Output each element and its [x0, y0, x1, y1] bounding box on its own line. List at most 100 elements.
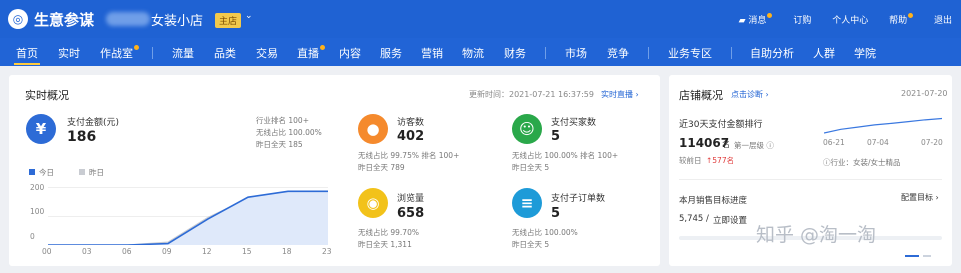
redacted-shop-prefix	[106, 12, 150, 26]
tab-marketing[interactable]: 营销	[421, 45, 443, 61]
rank-trend-chart	[824, 117, 942, 134]
metric-name: 浏览量	[397, 194, 425, 204]
tab-service[interactable]: 服务	[380, 45, 402, 61]
tab-business-zone[interactable]: 业务专区	[668, 45, 712, 61]
x-tick: 18	[282, 247, 292, 256]
metric-name: 支付买家数	[551, 118, 597, 128]
rank-trend-line	[824, 117, 942, 134]
tab-competition[interactable]: 竞争	[607, 45, 629, 61]
metric-line2: 昨日全天 1,311	[358, 240, 412, 249]
help-link[interactable]: 帮助	[889, 13, 914, 26]
metric-line2: 昨日全天 5	[512, 163, 550, 172]
metric-name: 支付子订单数	[551, 194, 606, 204]
divider	[679, 179, 942, 180]
messages-link[interactable]: ▰ 消息	[739, 13, 773, 26]
pay-amount-label: 支付金额(元)	[67, 118, 120, 128]
realtime-card: 实时概况 更新时间：2021-07-21 16:37:59 实时直播 › ¥ 支…	[9, 75, 660, 266]
target-progress: 5,745 /	[679, 214, 709, 224]
tab-crowd[interactable]: 人群	[813, 45, 835, 61]
logout-link[interactable]: 退出	[934, 13, 952, 26]
x-tick: 23	[322, 247, 332, 256]
eye-icon: ◉	[358, 188, 388, 218]
shop-name[interactable]: 女装小店	[151, 10, 203, 29]
pager-dot-active[interactable]	[905, 255, 919, 257]
tab-war-room[interactable]: 作战室	[100, 45, 139, 61]
main-nav: 首页 实时 作战室 流量 品类 交易 直播 内容 服务 营销 物流 财务 市场 …	[0, 38, 961, 66]
tier-label: 第一层级 ⓘ	[734, 141, 774, 150]
tab-home[interactable]: 首页	[14, 45, 40, 65]
legend-today[interactable]: 今日	[29, 167, 54, 178]
tab-category[interactable]: 品类	[214, 45, 236, 61]
tab-academy[interactable]: 学院	[854, 45, 876, 61]
metric-line1: 无线占比 99.70%	[358, 228, 419, 237]
x-tick: 03	[82, 247, 92, 256]
compass-icon[interactable]: ◎	[8, 9, 28, 29]
industry-label: ⓘ行业：女装/女士精品	[823, 158, 901, 167]
mini-x-tick: 07-20	[921, 138, 943, 147]
set-target-link[interactable]: 立即设置	[713, 214, 747, 226]
header-links: ▰ 消息 订购 个人中心 帮助 退出	[730, 13, 961, 26]
watermark: 知乎 @淘一淘	[756, 224, 877, 246]
nav-divider	[545, 47, 546, 59]
metric-value: 658	[397, 206, 425, 221]
compare-value: ↑577名	[706, 156, 735, 165]
wireless-ratio: 无线占比 100.00%	[256, 128, 322, 137]
industry-rank: 行业排名 100+	[256, 116, 309, 125]
tab-traffic[interactable]: 流量	[172, 45, 194, 61]
order-list-icon: ≡	[512, 188, 542, 218]
x-tick: 00	[42, 247, 52, 256]
metric-line1: 无线占比 100.00% 排名 100+	[512, 151, 619, 160]
metric-line1: 无线占比 99.75% 排名 100+	[358, 151, 460, 160]
nav-divider	[648, 47, 649, 59]
yuan-icon: ¥	[26, 114, 56, 144]
tab-trade[interactable]: 交易	[256, 45, 278, 61]
tab-logistics[interactable]: 物流	[462, 45, 484, 61]
tab-finance[interactable]: 财务	[504, 45, 526, 61]
metric-value: 402	[397, 129, 425, 144]
realtime-title: 实时概况	[25, 89, 69, 102]
subscribe-link[interactable]: 订购	[793, 13, 811, 26]
footprint-icon: ●	[358, 114, 388, 144]
user-center-link[interactable]: 个人中心	[832, 13, 868, 26]
metric-line2: 昨日全天 5	[512, 240, 550, 249]
tab-self-analysis[interactable]: 自助分析	[750, 45, 794, 61]
mini-x-tick: 06-21	[823, 138, 845, 147]
shop-overview-title: 店铺概况	[679, 89, 723, 102]
compare-label: 较前日	[679, 156, 702, 165]
user-icon: ☺	[512, 114, 542, 144]
target-title: 本月销售目标进度	[679, 196, 748, 206]
series-area-今日	[48, 191, 328, 245]
tab-live[interactable]: 直播	[297, 45, 325, 61]
x-tick: 06	[122, 247, 132, 256]
shop-date: 2021-07-20	[901, 89, 948, 98]
main-shop-badge: 主店	[215, 13, 242, 28]
metric-value: 5	[551, 206, 561, 221]
x-tick: 09	[162, 247, 172, 256]
app-brand[interactable]: 生意参谋	[34, 9, 94, 30]
update-time: 更新时间：2021-07-21 16:37:59	[469, 90, 594, 99]
yesterday-total: 昨日全天 185	[256, 140, 303, 149]
metric-line2: 昨日全天 789	[358, 163, 405, 172]
metric-value: 5	[551, 129, 561, 144]
x-tick: 12	[202, 247, 212, 256]
tab-realtime[interactable]: 实时	[58, 45, 80, 61]
x-tick: 15	[242, 247, 252, 256]
live-link[interactable]: 实时直播 ›	[601, 89, 639, 100]
mini-x-tick: 07-04	[867, 138, 889, 147]
top-bar: ◎ 生意参谋 女装小店 主店 ⌄ ▰ 消息 订购 个人中心 帮助 退出	[0, 0, 961, 38]
nav-divider	[731, 47, 732, 59]
config-target-link[interactable]: 配置目标 ›	[901, 192, 939, 203]
metric-name: 访客数	[397, 118, 425, 128]
pager-dot[interactable]	[923, 255, 931, 257]
realtime-line-chart	[48, 187, 328, 245]
legend-yesterday[interactable]: 昨日	[79, 167, 104, 178]
chevron-down-icon[interactable]: ⌄	[245, 11, 253, 21]
tab-market[interactable]: 市场	[565, 45, 587, 61]
rank-suffix: 名	[722, 140, 730, 149]
diagnose-link[interactable]: 点击诊断 ›	[731, 89, 769, 100]
pay-amount-value: 186	[67, 129, 97, 145]
nav-divider	[152, 47, 153, 59]
tab-content[interactable]: 内容	[339, 45, 361, 61]
metric-line1: 无线占比 100.00%	[512, 228, 578, 237]
rank-title: 近30天支付金额排行	[679, 120, 763, 130]
